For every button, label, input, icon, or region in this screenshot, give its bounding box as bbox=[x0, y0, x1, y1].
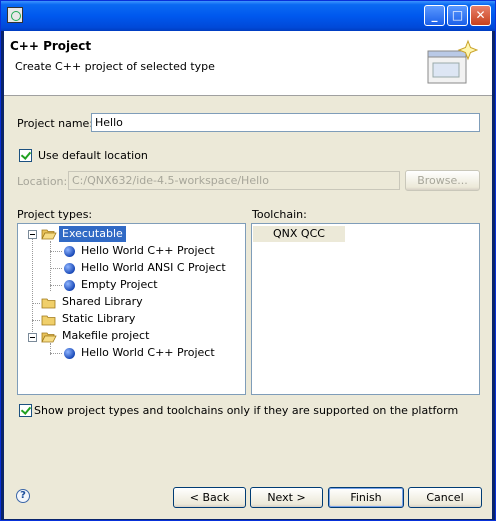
template-icon bbox=[64, 263, 75, 274]
tree-item-makefile-hello-world-cpp[interactable]: Hello World C++ Project bbox=[81, 345, 215, 361]
toolchain-item-qnx-qcc[interactable]: QNX QCC bbox=[253, 226, 345, 242]
collapse-toggle-executable[interactable] bbox=[28, 230, 37, 239]
new-project-wizard-icon bbox=[427, 39, 478, 84]
tree-item-static-library[interactable]: Static Library bbox=[62, 311, 135, 327]
app-icon bbox=[7, 7, 23, 23]
project-types-tree[interactable]: Executable Hello World C++ Project Hello… bbox=[17, 223, 246, 395]
folder-icon bbox=[41, 315, 56, 326]
wizard-subtitle: Create C++ project of selected type bbox=[15, 60, 215, 73]
tree-item-shared-library[interactable]: Shared Library bbox=[62, 294, 143, 310]
title-bar[interactable]: _ □ ✕ bbox=[1, 1, 495, 31]
project-types-label: Project types: bbox=[17, 208, 93, 221]
help-icon[interactable]: ? bbox=[16, 489, 30, 503]
wizard-title: C++ Project bbox=[10, 39, 92, 53]
show-supported-only-label: Show project types and toolchains only i… bbox=[34, 404, 459, 417]
use-default-location-checkbox[interactable] bbox=[19, 149, 32, 162]
dialog-content: C++ Project Create C++ project of select… bbox=[4, 31, 492, 519]
tree-item-executable[interactable]: Executable bbox=[59, 226, 126, 242]
minimize-button[interactable]: _ bbox=[424, 5, 445, 26]
toolchain-label: Toolchain: bbox=[252, 208, 307, 221]
show-supported-only-checkbox[interactable] bbox=[19, 404, 32, 417]
browse-button[interactable]: Browse... bbox=[405, 170, 480, 191]
tree-item-hello-world-ansi-c[interactable]: Hello World ANSI C Project bbox=[81, 260, 226, 276]
project-name-label: Project name: bbox=[17, 117, 94, 130]
toolchain-list[interactable]: QNX QCC bbox=[251, 223, 480, 395]
cancel-button[interactable]: Cancel bbox=[408, 487, 482, 508]
collapse-toggle-makefile[interactable] bbox=[28, 333, 37, 342]
maximize-button[interactable]: □ bbox=[447, 5, 468, 26]
dialog-window: _ □ ✕ C++ Project Create C++ project of … bbox=[0, 0, 496, 521]
tree-item-empty-project[interactable]: Empty Project bbox=[81, 277, 158, 293]
back-button[interactable]: < Back bbox=[173, 487, 246, 508]
next-button[interactable]: Next > bbox=[250, 487, 323, 508]
finish-button[interactable]: Finish bbox=[328, 487, 404, 508]
folder-icon bbox=[41, 298, 56, 309]
location-label: Location: bbox=[17, 175, 68, 188]
location-field[interactable]: C:/QNX632/ide-4.5-workspace/Hello bbox=[68, 171, 400, 190]
use-default-location-label: Use default location bbox=[38, 149, 148, 162]
template-icon bbox=[64, 348, 75, 359]
template-icon bbox=[64, 280, 75, 291]
project-name-field[interactable]: Hello bbox=[91, 113, 480, 132]
close-button[interactable]: ✕ bbox=[470, 5, 491, 26]
wizard-header: C++ Project Create C++ project of select… bbox=[4, 31, 492, 96]
tree-item-hello-world-cpp[interactable]: Hello World C++ Project bbox=[81, 243, 215, 259]
tree-item-makefile-project[interactable]: Makefile project bbox=[62, 328, 149, 344]
open-folder-icon bbox=[41, 332, 57, 343]
open-folder-icon bbox=[41, 229, 57, 240]
template-icon bbox=[64, 246, 75, 257]
